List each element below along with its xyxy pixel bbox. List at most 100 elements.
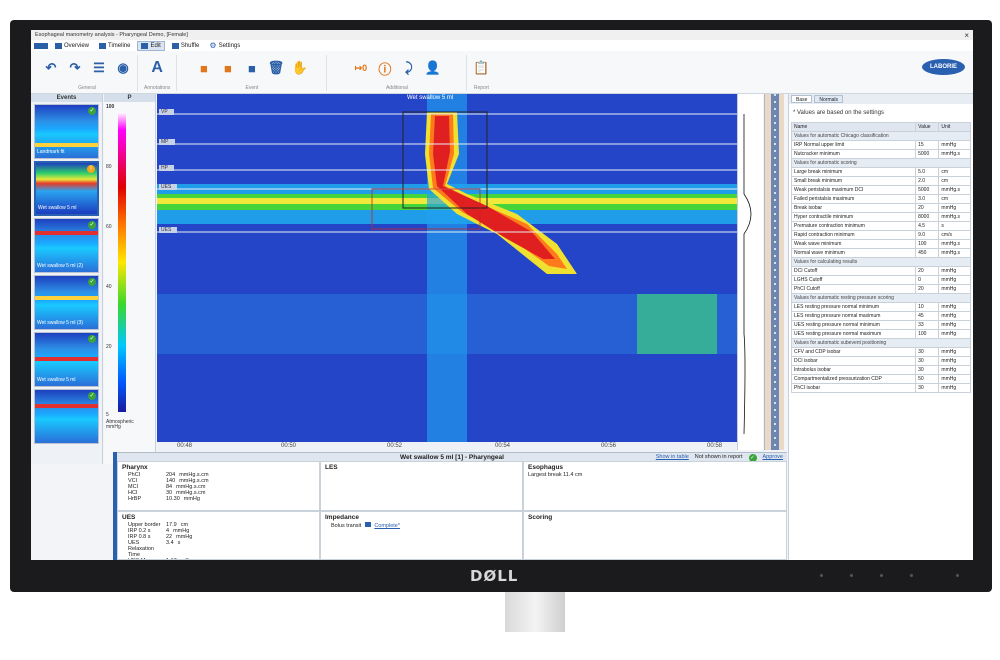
event-label: Wet swallow 5 ml [37,377,76,383]
landmark-ues[interactable]: UES [159,184,178,190]
event-thumbnail[interactable]: ✓ Landmark fit [34,104,99,159]
events-panel: Events ✓ Landmark fit ! Wet swallow 5 ml ✓… [31,94,103,464]
plot-title: Wet swallow 5 ml [407,95,454,101]
table-row[interactable]: DCI isobar 30 mmHg [790,356,971,366]
cell-unit: mmHg [938,302,971,312]
time-tick: 00:52 [387,443,403,449]
table-row[interactable]: DCI Cutoff 20 mmHg [790,266,971,276]
event-split-icon[interactable]: ■ [220,60,236,76]
redo-icon[interactable]: ↷ [67,60,83,76]
event-flag-icon[interactable]: ■ [244,60,260,76]
catheter-sensor-strip [764,94,784,450]
cell-value: 30 [915,347,940,357]
group-label: General [78,85,96,91]
tab-base[interactable]: Base [791,95,813,103]
cell-value: 4.5 [915,221,940,231]
table-row[interactable]: LES resting pressure normal maximum 45 mmH… [790,311,971,321]
bolus-transit-value[interactable]: Complete* [374,523,400,529]
bolus-icon [364,522,371,527]
tab-settings[interactable]: ⚙ Settings [206,41,243,51]
table-row[interactable]: UES resting pressure normal maximum 100 mm… [790,329,971,339]
table-row[interactable]: Normal wave minimum 450 mmHg.s [790,248,971,258]
event-thumbnail[interactable]: ✓ [34,389,99,444]
event-thumbnail[interactable]: ! Wet swallow 5 ml [34,161,99,216]
power-button[interactable] [956,574,959,577]
thumb-band [35,404,98,408]
event-thumbnail[interactable]: ✓ Wet swallow 5 ml [34,332,99,387]
tab-label: Settings [218,42,241,49]
table-row[interactable]: Rapid contraction minimum 9.0 cm/s [790,230,971,240]
tab-label: Edit [150,42,161,49]
tab-normals[interactable]: Normals [814,95,844,103]
table-row[interactable]: Nutcracker minimum 5000 mmHg.s [790,149,971,159]
cell-unit: mmHg [938,284,971,294]
close-icon[interactable]: × [964,31,969,40]
section-label: Values for automatic resting pressure sc… [791,293,971,303]
undo-icon[interactable]: ↶ [43,60,59,76]
table-row[interactable]: Premature contraction minimum 4.5 s [790,221,971,231]
event-thumbnail[interactable]: ✓ Wet swallow 5 ml (2) [34,218,99,273]
app-menu-icon[interactable] [34,42,48,49]
tab-edit[interactable]: Edit [137,40,165,51]
event-insert-icon[interactable]: ■ [196,60,212,76]
table-row[interactable]: Break isobar 20 mmHg [790,203,971,213]
table-row[interactable]: Weak wave minimum 100 mmHg.s [790,239,971,249]
tab-shuffle[interactable]: Shuffle [169,41,203,51]
info-icon[interactable]: ⓘ [377,60,393,77]
landmark-mp[interactable]: MP [159,139,175,145]
marker-icon[interactable]: ↦0 [353,60,369,76]
cell-value: 100 [915,239,940,249]
sensor-svg [771,94,779,450]
hand-icon[interactable]: ✋ [292,60,308,76]
check-icon: ✓ [88,107,96,115]
swallow-icon[interactable]: ⤸ [401,60,417,76]
report-icon[interactable]: 📋 [473,60,489,76]
table-row[interactable]: Intrabolus isobar 30 mmHg [790,365,971,375]
table-row[interactable]: Weak peristalsis maximum DCI 5000 mmHg.s [790,185,971,195]
group-label: Report [473,85,489,91]
cell-name: UES resting pressure normal minimum [790,320,917,330]
cell-name: Weak peristalsis maximum DCI [790,185,917,195]
table-row[interactable]: Failed peristalsis maximum 3.0 cm [790,194,971,204]
scale-tick: 60 [106,224,112,230]
table-row[interactable]: Hyper contractile minimum 8000 mmHg.s [790,212,971,222]
table-row[interactable]: Compartmentalized pressurization CDP 50 mm… [790,374,971,384]
pressure-topography-plot[interactable]: Wet swallow 5 ml VP MP HP UES UES [157,94,737,442]
events-title: Events [31,94,102,102]
monitor-button[interactable] [880,574,883,577]
eye-icon[interactable]: ◉ [115,60,131,76]
table-row[interactable]: PhCI isobar 30 mmHg [790,383,971,393]
landmark-ues-lower[interactable]: UES [159,227,178,233]
table-row[interactable]: Large break minimum 5.0 cm [790,167,971,177]
cell-unit: mmHg [938,311,971,321]
cell-value: 5000 [915,149,940,159]
ribbon-group-general: ↶ ↷ ☰ ◉ General [37,55,138,91]
patient-icon[interactable]: 👤 [425,60,441,76]
table-row[interactable]: CFV and CDP isobar 30 mmHg [790,347,971,357]
table-row[interactable]: LGHS Cutoff 0 mmHg [790,275,971,285]
cell-unit: mmHg [938,356,971,366]
cell-name: Small break minimum [790,176,917,186]
cell-name: PhCI Cutoff [790,284,917,294]
landmark-hp[interactable]: HP [159,165,174,171]
table-row[interactable]: IRP Normal upper limit 15 mmHg [790,140,971,150]
monitor-button[interactable] [850,574,853,577]
cell-value: 50 [915,374,940,384]
monitor-button[interactable] [820,574,823,577]
table-row[interactable]: Small break minimum 2.0 cm [790,176,971,186]
table-row[interactable]: LES resting pressure normal minimum 10 mmH… [790,302,971,312]
landmark-vp[interactable]: VP [159,109,174,115]
list-icon[interactable]: ☰ [91,60,107,76]
cell-unit: mmHg [938,347,971,357]
table-row[interactable]: UES resting pressure normal minimum 33 mmH… [790,320,971,330]
timeline-icon [99,42,107,49]
trash-icon[interactable]: 🗑 [268,60,285,76]
text-annotation-icon[interactable]: A [149,59,165,76]
event-thumbnail[interactable]: ✓ Wet swallow 5 ml (3) [34,275,99,330]
tab-overview[interactable]: Overview [52,41,92,51]
table-row[interactable]: PhCI Cutoff 20 mmHg [790,284,971,294]
cell-name: Large break minimum [790,167,917,177]
tab-timeline[interactable]: Timeline [96,41,133,51]
check-icon: ✓ [88,221,96,229]
monitor-button[interactable] [910,574,913,577]
